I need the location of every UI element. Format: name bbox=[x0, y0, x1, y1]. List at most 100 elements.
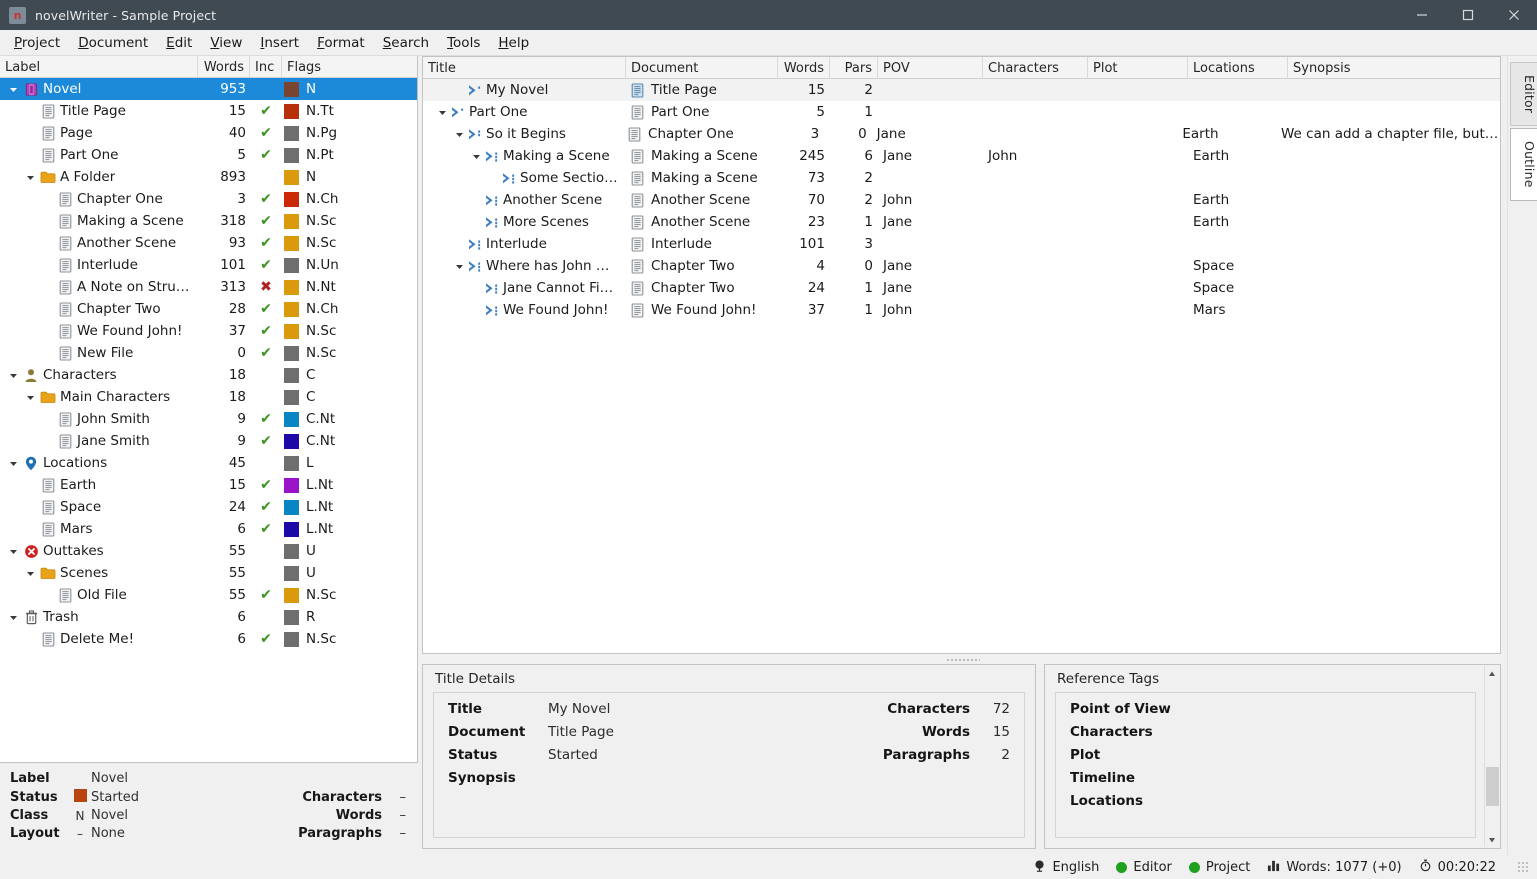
status-color-chip bbox=[284, 389, 299, 405]
outline-row-words: 5 bbox=[816, 104, 825, 120]
project-tree-row[interactable]: Space 24 ✔ L.Nt bbox=[0, 496, 417, 518]
outline-column-header-document[interactable]: Document bbox=[626, 57, 778, 78]
outline-column-header-words[interactable]: Words bbox=[778, 57, 830, 78]
project-tree-row[interactable]: Delete Me! 6 ✔ N.Sc bbox=[0, 628, 417, 650]
outline-row[interactable]: Another Scene Another Scene 70 2 John Earth bbox=[423, 189, 1500, 211]
scrollbar-thumb[interactable] bbox=[1485, 767, 1499, 807]
detail-layout-value: None bbox=[91, 826, 125, 841]
outline-row[interactable]: My Novel Title Page 15 2 bbox=[423, 79, 1500, 101]
project-tree-row[interactable]: Earth 15 ✔ L.Nt bbox=[0, 474, 417, 496]
menu-insert[interactable]: Insert bbox=[251, 32, 308, 54]
rail-tab-outline[interactable]: Outline bbox=[1510, 128, 1537, 201]
outline-row[interactable]: Interlude Interlude 101 3 bbox=[423, 233, 1500, 255]
outline-column-header-pars[interactable]: Pars bbox=[830, 57, 878, 78]
horizontal-splitter[interactable] bbox=[418, 654, 1507, 664]
outline-row[interactable]: Where has John … Chapter Two 4 0 Jane Space bbox=[423, 255, 1500, 277]
scrollbar-track[interactable] bbox=[1485, 681, 1500, 832]
outline-row[interactable]: More Scenes Another Scene 23 1 Jane Earth bbox=[423, 211, 1500, 233]
menu-document[interactable]: Document bbox=[69, 32, 157, 54]
project-tree-row[interactable]: Title Page 15 ✔ N.Tt bbox=[0, 100, 417, 122]
outline-table-body[interactable]: My Novel Title Page 15 2 Part One Part One 5 1 S… bbox=[423, 79, 1500, 653]
project-tree-row[interactable]: John Smith 9 ✔ C.Nt bbox=[0, 408, 417, 430]
project-tree-row[interactable]: Novel 953 N bbox=[0, 78, 417, 100]
expand-collapse-icon[interactable] bbox=[5, 547, 21, 556]
project-status[interactable]: Project bbox=[1188, 860, 1250, 875]
minimize-button[interactable] bbox=[1399, 0, 1445, 30]
outline-row[interactable]: So it Begins Chapter One 3 0 Jane Earth We can… bbox=[423, 123, 1500, 145]
project-tree-row[interactable]: Another Scene 93 ✔ N.Sc bbox=[0, 232, 417, 254]
project-tree-row[interactable]: Scenes 55 U bbox=[0, 562, 417, 584]
flags-label: N bbox=[306, 169, 317, 185]
reference-tags-scrollbar[interactable] bbox=[1484, 666, 1500, 847]
menu-project[interactable]: Project bbox=[5, 32, 69, 54]
project-tree-row[interactable]: Trash 6 R bbox=[0, 606, 417, 628]
flags-label: N.Sc bbox=[306, 631, 337, 647]
close-button[interactable] bbox=[1491, 0, 1537, 30]
expand-collapse-icon[interactable] bbox=[5, 613, 21, 622]
project-tree-row[interactable]: New File 0 ✔ N.Sc bbox=[0, 342, 417, 364]
expand-collapse-icon[interactable] bbox=[434, 108, 450, 117]
project-tree-row[interactable]: Outtakes 55 U bbox=[0, 540, 417, 562]
column-header-inc[interactable]: Inc bbox=[250, 56, 282, 77]
expand-collapse-icon[interactable] bbox=[451, 130, 467, 139]
project-tree-row[interactable]: Part One 5 ✔ N.Pt bbox=[0, 144, 417, 166]
project-tree-row[interactable]: Locations 45 L bbox=[0, 452, 417, 474]
menu-tools[interactable]: Tools bbox=[438, 32, 489, 54]
menu-view[interactable]: View bbox=[201, 32, 251, 54]
project-tree-row[interactable]: A Folder 893 N bbox=[0, 166, 417, 188]
expand-collapse-icon[interactable] bbox=[5, 85, 21, 94]
outline-row[interactable]: Making a Scene Making a Scene 245 6 Jane John… bbox=[423, 145, 1500, 167]
project-tree-row[interactable]: Old File 55 ✔ N.Sc bbox=[0, 584, 417, 606]
project-tree-row[interactable]: We Found John! 37 ✔ N.Sc bbox=[0, 320, 417, 342]
outline-column-header-characters[interactable]: Characters bbox=[983, 57, 1088, 78]
menu-format[interactable]: Format bbox=[308, 32, 374, 54]
menu-search[interactable]: Search bbox=[374, 32, 438, 54]
outline-row[interactable]: We Found John! We Found John! 37 1 John Mars bbox=[423, 299, 1500, 321]
menu-edit[interactable]: Edit bbox=[157, 32, 201, 54]
project-tree-row[interactable]: Page 40 ✔ N.Pg bbox=[0, 122, 417, 144]
project-tree-row[interactable]: Characters 18 C bbox=[0, 364, 417, 386]
document-icon bbox=[55, 279, 75, 295]
outline-row[interactable]: Some Sectio… Making a Scene 73 2 bbox=[423, 167, 1500, 189]
language-status[interactable]: English bbox=[1033, 859, 1099, 876]
column-header-label[interactable]: Label bbox=[0, 56, 198, 77]
project-tree-row[interactable]: Interlude 101 ✔ N.Un bbox=[0, 254, 417, 276]
editor-status[interactable]: Editor bbox=[1116, 860, 1172, 875]
project-tree-row[interactable]: Main Characters 18 C bbox=[0, 386, 417, 408]
folder-icon bbox=[38, 170, 58, 184]
word-count-status[interactable]: Words: 1077 (+0) bbox=[1267, 859, 1402, 876]
outline-column-header-pov[interactable]: POV bbox=[878, 57, 983, 78]
rail-tab-editor[interactable]: Editor bbox=[1510, 62, 1537, 127]
resize-grip[interactable] bbox=[1517, 861, 1529, 873]
maximize-button[interactable] bbox=[1445, 0, 1491, 30]
column-header-flags[interactable]: Flags bbox=[282, 56, 417, 77]
expand-collapse-icon[interactable] bbox=[22, 393, 38, 402]
outline-column-header-locations[interactable]: Locations bbox=[1188, 57, 1288, 78]
outline-column-header-plot[interactable]: Plot bbox=[1088, 57, 1188, 78]
document-icon bbox=[631, 192, 649, 208]
outline-column-header-title[interactable]: Title bbox=[423, 57, 626, 78]
expand-collapse-icon[interactable] bbox=[5, 371, 21, 380]
column-header-words[interactable]: Words bbox=[198, 56, 250, 77]
expand-collapse-icon[interactable] bbox=[5, 459, 21, 468]
project-tree-row[interactable]: Chapter One 3 ✔ N.Ch bbox=[0, 188, 417, 210]
scroll-up-icon[interactable] bbox=[1484, 666, 1500, 681]
menu-help[interactable]: Help bbox=[489, 32, 538, 54]
outline-column-header-synopsis[interactable]: Synopsis bbox=[1288, 57, 1500, 78]
outline-row[interactable]: Jane Cannot Fi… Chapter Two 24 1 Jane Space bbox=[423, 277, 1500, 299]
outline-row[interactable]: Part One Part One 5 1 bbox=[423, 101, 1500, 123]
expand-collapse-icon[interactable] bbox=[468, 152, 484, 161]
project-tree-row[interactable]: Chapter Two 28 ✔ N.Ch bbox=[0, 298, 417, 320]
project-tree-body[interactable]: Novel 953 N Title Page 15 ✔ N.Tt Page 40 ✔ N.Pg Par… bbox=[0, 78, 417, 762]
session-time-status[interactable]: 00:20:22 bbox=[1419, 859, 1496, 876]
expand-collapse-icon[interactable] bbox=[22, 173, 38, 182]
expand-collapse-icon[interactable] bbox=[22, 569, 38, 578]
project-tree-row[interactable]: Making a Scene 318 ✔ N.Sc bbox=[0, 210, 417, 232]
included-check-icon: ✔ bbox=[260, 213, 272, 229]
project-tree-row[interactable]: A Note on Stru… 313 ✖ N.Nt bbox=[0, 276, 417, 298]
project-tree-row[interactable]: Jane Smith 9 ✔ C.Nt bbox=[0, 430, 417, 452]
detail-label-key: Label bbox=[10, 771, 50, 786]
expand-collapse-icon[interactable] bbox=[451, 262, 467, 271]
project-tree-row[interactable]: Mars 6 ✔ L.Nt bbox=[0, 518, 417, 540]
scroll-down-icon[interactable] bbox=[1484, 832, 1500, 847]
